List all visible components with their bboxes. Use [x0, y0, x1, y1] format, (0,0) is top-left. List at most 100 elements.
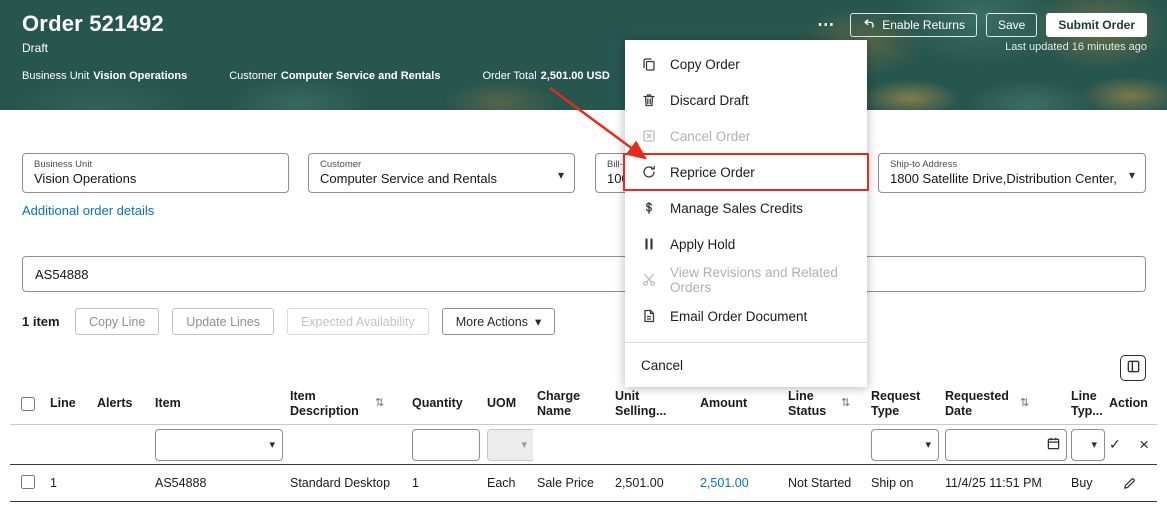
order-lines-table: Line Alerts Item Item Description ⇅ Quant…	[10, 383, 1157, 502]
cell-line-type: Buy	[1071, 476, 1093, 490]
cell-request-type: Ship on	[871, 476, 914, 490]
enable-returns-label: Enable Returns	[882, 18, 965, 32]
sort-icon[interactable]: ⇅	[841, 397, 850, 410]
menu-item-cancel[interactable]: Cancel	[625, 343, 867, 387]
menu-item-label: Discard Draft	[670, 92, 749, 108]
enable-returns-button[interactable]: Enable Returns	[850, 13, 977, 37]
menu-item-copy-order[interactable]: Copy Order	[625, 46, 867, 82]
menu-item-discard-draft[interactable]: Discard Draft	[625, 82, 867, 118]
chevron-down-icon: ▾	[1128, 168, 1135, 182]
customer-field[interactable]: Customer Computer Service and Rentals ▾	[308, 153, 575, 193]
order-management-page: Order 521492 Draft Business Unit Vision O…	[0, 0, 1167, 515]
reprice-refresh-icon	[641, 164, 657, 180]
business-unit-field[interactable]: Business Unit Vision Operations	[22, 153, 289, 193]
menu-item-manage-sales-credits[interactable]: Manage Sales Credits	[625, 190, 867, 226]
field-label: Business Unit	[34, 159, 93, 170]
col-item-description: Item Description	[290, 389, 359, 418]
request-type-filter-combobox[interactable]: ▾	[871, 428, 939, 461]
sort-icon[interactable]: ⇅	[1020, 397, 1029, 410]
col-quantity: Quantity	[412, 396, 463, 411]
line-actions-toolbar: Copy Line Update Lines Expected Availabi…	[75, 308, 556, 335]
cell-item-description: Standard Desktop	[290, 476, 391, 490]
chevron-down-icon: ▾	[521, 439, 527, 451]
apply-filter-check-icon[interactable]: ✓	[1109, 436, 1121, 453]
order-status: Draft	[22, 41, 49, 55]
field-value: Computer Service and Rentals	[320, 171, 498, 186]
menu-item-cancel-order: Cancel Order	[625, 118, 867, 154]
meta-label: Customer	[229, 70, 277, 82]
menu-item-label: Copy Order	[670, 56, 740, 72]
chevron-down-icon: ▾	[269, 439, 275, 451]
meta-business-unit: Business Unit Vision Operations	[22, 70, 187, 82]
order-header-bar: Order 521492 Draft Business Unit Vision O…	[0, 0, 1167, 110]
order-meta-row: Business Unit Vision Operations Customer C…	[22, 70, 610, 82]
columns-layout-icon	[1126, 359, 1141, 377]
amount-drilldown-link[interactable]: 2,501.00	[700, 476, 749, 490]
copy-icon	[641, 56, 657, 72]
additional-order-details-link[interactable]: Additional order details	[22, 203, 154, 218]
quantity-filter-input[interactable]	[412, 428, 480, 461]
ship-to-address-field[interactable]: Ship-to Address 1800 Satellite Drive,Dis…	[878, 153, 1146, 193]
return-arrow-icon	[862, 17, 876, 34]
field-value: 1800 Satellite Drive,Distribution Center…	[890, 171, 1117, 186]
cell-charge-name: Sale Price	[537, 476, 594, 490]
catalog-search-input[interactable]	[22, 256, 1146, 292]
row-checkbox[interactable]	[21, 474, 35, 489]
cell-unit-selling: 2,501.00	[615, 476, 664, 490]
cell-uom: Each	[487, 476, 516, 490]
page-title: Order 521492	[22, 11, 164, 36]
menu-item-apply-hold[interactable]: Apply Hold	[625, 226, 867, 262]
meta-order-total: Order Total 2,501.00 USD	[482, 70, 609, 82]
trash-icon	[641, 92, 657, 108]
col-amount: Amount	[700, 396, 748, 411]
update-lines-button: Update Lines	[172, 308, 274, 335]
item-filter-combobox[interactable]: ▾	[155, 428, 283, 461]
chevron-down-icon: ▾	[925, 439, 931, 451]
calendar-icon	[1046, 436, 1061, 454]
meta-value: Vision Operations	[93, 70, 188, 82]
cell-item: AS54888	[155, 476, 207, 490]
col-line-type: Line Typ...	[1071, 389, 1103, 418]
manage-columns-button[interactable]	[1120, 355, 1146, 381]
col-charge-name: Charge Name	[537, 389, 581, 418]
clear-filter-close-icon[interactable]: ×	[1139, 436, 1149, 453]
menu-item-label: Apply Hold	[670, 236, 736, 252]
cell-line-status: Not Started	[788, 476, 852, 490]
order-actions-menu: Copy Order Discard Draft Cancel Order Re…	[623, 40, 869, 387]
requested-date-filter-input[interactable]	[945, 428, 1067, 461]
col-alerts: Alerts	[97, 396, 133, 411]
col-line-status: Line Status	[788, 389, 827, 418]
menu-item-label: Email Order Document	[670, 308, 808, 324]
save-button[interactable]: Save	[985, 13, 1038, 37]
meta-value: Computer Service and Rentals	[280, 70, 441, 82]
field-value: Vision Operations	[34, 171, 137, 186]
chevron-down-icon: ▾	[557, 168, 564, 182]
document-icon	[641, 308, 657, 324]
copy-line-button: Copy Line	[75, 308, 160, 335]
more-actions-label: More Actions	[455, 314, 528, 329]
sales-credits-icon	[641, 200, 657, 216]
meta-value: 2,501.00 USD	[540, 70, 610, 82]
expected-availability-button: Expected Availability	[286, 308, 429, 335]
revisions-scissors-icon	[641, 272, 657, 288]
col-uom: UOM	[487, 396, 517, 411]
meta-label: Order Total	[482, 70, 537, 82]
more-actions-dropdown-button[interactable]: More Actions ▾	[441, 308, 556, 335]
col-action: Action	[1109, 396, 1148, 411]
meta-customer: Customer Computer Service and Rentals	[229, 70, 440, 82]
cell-line: 1	[50, 476, 57, 490]
menu-item-label: Reprice Order	[670, 164, 755, 180]
last-updated-text: Last updated 16 minutes ago	[1005, 41, 1147, 53]
more-actions-menu-button[interactable]: ⋯	[811, 13, 841, 37]
chevron-down-icon: ▾	[534, 315, 542, 329]
cell-quantity: 1	[412, 476, 419, 490]
edit-line-pencil-icon[interactable]	[1122, 476, 1137, 491]
menu-item-email-order-document[interactable]: Email Order Document	[625, 298, 867, 334]
line-type-filter-combobox[interactable]: ▾	[1071, 428, 1105, 461]
item-count-label: 1 item	[22, 314, 60, 329]
menu-item-label: Manage Sales Credits	[670, 200, 803, 216]
select-all-checkbox[interactable]	[21, 396, 35, 411]
sort-icon[interactable]: ⇅	[375, 397, 384, 410]
submit-order-button[interactable]: Submit Order	[1046, 13, 1147, 37]
menu-item-reprice-order[interactable]: Reprice Order	[623, 153, 869, 191]
